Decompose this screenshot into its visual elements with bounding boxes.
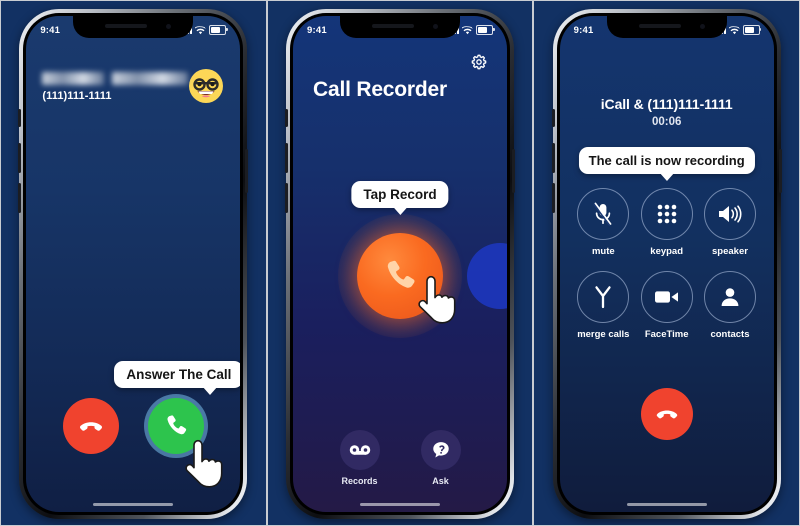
tab-records[interactable]: Records: [339, 430, 380, 486]
merge-calls-icon: [577, 271, 630, 323]
question-chat-icon: [420, 430, 461, 470]
control-mute-label: mute: [591, 246, 615, 257]
bottom-tab-bar: Records Ask: [293, 430, 507, 486]
battery-icon: [209, 25, 228, 35]
tooltip-recording-status: The call is now recording: [578, 147, 755, 174]
volume-up-button[interactable]: [18, 143, 22, 173]
record-carousel: [293, 211, 507, 341]
volume-up-button[interactable]: [551, 143, 555, 173]
carousel-next-item[interactable]: [467, 243, 507, 309]
control-merge-calls[interactable]: merge calls: [577, 271, 629, 340]
call-header: iCall & (111)111-1111 00:06: [560, 96, 774, 128]
earpiece-speaker: [105, 24, 148, 28]
control-contacts[interactable]: contacts: [703, 271, 756, 340]
control-facetime-label: FaceTime: [644, 329, 689, 340]
panel-incoming-call: 9:41 (111)111-1111 Answer The Call: [0, 0, 267, 526]
caller-number: (111)111-1111: [42, 90, 112, 102]
phone-down-icon: [656, 410, 677, 419]
gear-icon[interactable]: [469, 52, 489, 77]
call-participants: iCall & (111)111-1111: [600, 96, 733, 112]
mute-switch[interactable]: [285, 109, 288, 127]
control-keypad[interactable]: keypad: [640, 188, 693, 257]
notch: [340, 16, 460, 38]
notch: [606, 16, 727, 38]
wifi-icon: [462, 25, 473, 34]
power-button[interactable]: [512, 149, 515, 193]
speaker-icon: [703, 188, 756, 240]
control-keypad-label: keypad: [650, 246, 684, 257]
home-indicator: [93, 502, 174, 506]
front-camera: [166, 24, 172, 29]
phone-bezel: 9:41 iCall & (111)111-1111 00:06 The cal…: [556, 13, 777, 515]
screen-active-call: 9:41 iCall & (111)111-1111 00:06 The cal…: [559, 16, 774, 512]
nerd-face-emoji: [188, 68, 224, 104]
status-time: 9:41: [307, 24, 327, 36]
wifi-icon: [195, 25, 207, 34]
front-camera: [433, 24, 438, 29]
person-icon: [703, 271, 756, 323]
control-merge-calls-label: merge calls: [577, 329, 630, 340]
tab-ask-label: Ask: [432, 476, 449, 486]
phone-bezel: 9:41: [290, 13, 510, 515]
decline-call-button[interactable]: [62, 398, 119, 454]
battery-icon: [742, 25, 762, 35]
status-time: 9:41: [40, 24, 61, 36]
caller-info: (111)111-1111: [42, 68, 224, 104]
control-mute[interactable]: mute: [577, 188, 630, 257]
home-indicator: [626, 502, 707, 506]
wifi-icon: [728, 25, 740, 34]
mute-switch[interactable]: [551, 109, 555, 127]
caller-text: (111)111-1111: [42, 68, 189, 102]
panel-active-call: 9:41 iCall & (111)111-1111 00:06 The cal…: [533, 0, 800, 526]
phone-frame: 9:41 iCall & (111)111-1111 00:06 The cal…: [551, 9, 782, 519]
volume-down-button[interactable]: [551, 183, 555, 213]
screen-incoming-call: 9:41 (111)111-1111 Answer The Call: [26, 16, 241, 512]
battery-icon: [476, 25, 495, 35]
power-button[interactable]: [778, 149, 782, 193]
video-camera-icon: [640, 271, 693, 323]
end-call-button[interactable]: [640, 388, 693, 440]
voicemail-icon: [339, 430, 380, 470]
panel-call-recorder: 9:41 Call Recorder Tap Record Records As…: [266, 0, 534, 526]
phone-down-icon: [79, 422, 102, 431]
earpiece-speaker: [372, 24, 414, 28]
phone-frame: 9:41: [18, 9, 249, 519]
tab-ask[interactable]: Ask: [420, 430, 461, 486]
front-camera: [699, 24, 705, 29]
control-facetime[interactable]: FaceTime: [640, 271, 693, 340]
three-phone-screenshot-board: 9:41 (111)111-1111 Answer The Call 9:41 …: [0, 0, 800, 526]
phone-bezel: 9:41: [23, 13, 244, 515]
phone-frame: 9:41: [285, 9, 515, 519]
tooltip-answer-the-call: Answer The Call: [114, 361, 241, 388]
pointing-hand-cursor: [185, 439, 223, 488]
volume-down-button[interactable]: [285, 183, 288, 213]
control-speaker-label: speaker: [712, 246, 748, 257]
tooltip-tap-record: Tap Record: [351, 181, 449, 208]
volume-down-button[interactable]: [18, 183, 22, 213]
pointing-hand-cursor: [418, 275, 456, 324]
power-button[interactable]: [245, 149, 249, 193]
volume-up-button[interactable]: [285, 143, 288, 173]
notch: [73, 16, 194, 38]
caller-name-redacted: [42, 72, 189, 85]
keypad-icon: [640, 188, 693, 240]
call-controls-grid: mute keypad speaker merge calls FaceTime…: [572, 188, 762, 340]
control-contacts-label: contacts: [710, 329, 750, 340]
status-time: 9:41: [573, 24, 594, 36]
tab-records-label: Records: [341, 476, 378, 486]
mute-switch[interactable]: [18, 109, 22, 127]
home-indicator: [360, 502, 440, 506]
phone-icon: [167, 415, 187, 435]
page-title: Call Recorder: [313, 78, 447, 101]
earpiece-speaker: [638, 24, 681, 28]
call-timer: 00:06: [651, 116, 682, 128]
control-speaker[interactable]: speaker: [703, 188, 756, 257]
microphone-muted-icon: [577, 188, 630, 240]
screen-call-recorder: 9:41 Call Recorder Tap Record Records As…: [293, 16, 507, 512]
